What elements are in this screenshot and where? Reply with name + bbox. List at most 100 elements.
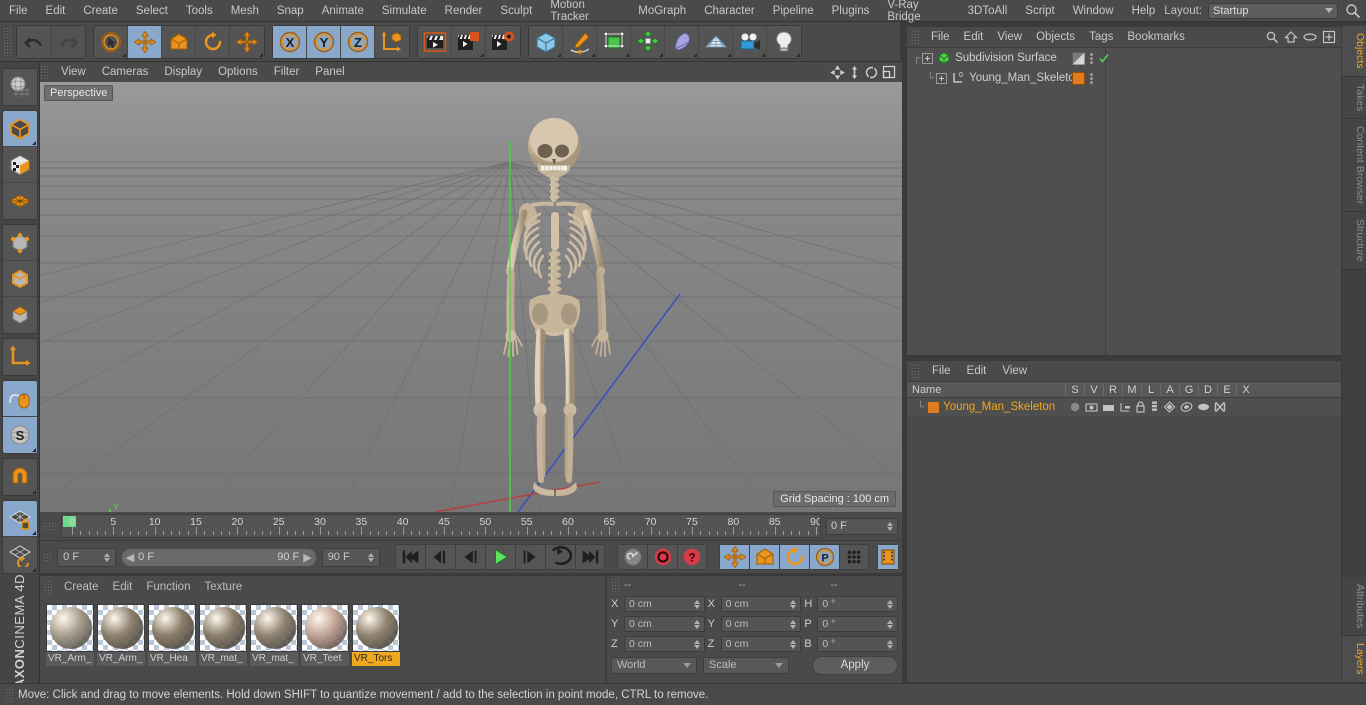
menu-sculpt[interactable]: Sculpt (491, 5, 541, 17)
record-scale-button[interactable] (749, 544, 780, 570)
maximize-icon[interactable] (882, 65, 896, 80)
menu-corner-icon[interactable] (557, 52, 561, 57)
object-manager-tree[interactable]: ┌ Subdivision Surface └ 0 Young_Man_Skeleton (907, 48, 1341, 355)
world-object-axis-button[interactable] (375, 25, 409, 58)
layers-header-m[interactable]: M (1122, 383, 1141, 396)
object-menu-tags[interactable]: Tags (1082, 27, 1120, 48)
viewport-menu-options[interactable]: Options (210, 62, 266, 82)
render-region-button[interactable] (452, 25, 486, 58)
object-menu-bookmarks[interactable]: Bookmarks (1120, 27, 1192, 48)
spinner-icon[interactable] (103, 552, 110, 562)
layers-header-e[interactable]: E (1217, 383, 1236, 396)
menu-plugins[interactable]: Plugins (823, 5, 879, 17)
menu-window[interactable]: Window (1064, 5, 1123, 17)
spinner-icon[interactable] (887, 619, 894, 629)
gradient-tag[interactable] (1072, 51, 1085, 65)
rotation-p-field[interactable]: 0 ° (817, 616, 899, 632)
current-frame-field[interactable]: 0 F (826, 517, 898, 535)
record-active-objects-button[interactable] (647, 544, 678, 570)
timeline-grip[interactable] (42, 521, 56, 531)
size-x-field[interactable]: 0 cm (720, 596, 802, 612)
viewport-menu-grip[interactable] (40, 65, 49, 79)
orange-swatch-tag[interactable] (1072, 71, 1085, 85)
apply-button[interactable]: Apply (812, 655, 898, 675)
spinner-icon[interactable] (887, 599, 894, 609)
tab-top-takes[interactable]: Takes (1342, 76, 1366, 120)
add-array-button[interactable] (631, 25, 665, 58)
menu-edit[interactable]: Edit (37, 5, 75, 17)
move-button[interactable] (128, 25, 162, 58)
object-menu-edit[interactable]: Edit (957, 27, 991, 48)
add-cube-primitive-button[interactable] (529, 25, 563, 58)
menu-v-ray-bridge[interactable]: V-Ray Bridge (878, 0, 958, 23)
search-icon[interactable] (1265, 30, 1279, 44)
layers-menu-edit[interactable]: Edit (959, 361, 995, 382)
material-thumbnail[interactable] (46, 604, 94, 652)
viewport-menu-filter[interactable]: Filter (266, 62, 308, 82)
menu-corner-icon[interactable] (591, 52, 595, 57)
object-menu-view[interactable]: View (990, 27, 1029, 48)
object-menu-file[interactable]: File (924, 27, 957, 48)
go-to-start-button[interactable] (395, 544, 426, 570)
status-bar-grip[interactable] (5, 687, 14, 702)
menu-corner-icon[interactable] (761, 52, 765, 57)
record-position-button[interactable] (719, 544, 750, 570)
rotation-h-field[interactable]: 0 ° (817, 596, 899, 612)
preview-range-slider[interactable]: ◀ 0 F 90 F ▶ (120, 547, 317, 567)
y-axis-lock-button[interactable]: Y (307, 25, 341, 58)
redo-button[interactable] (51, 25, 85, 58)
eye-icon[interactable] (1303, 32, 1317, 42)
generator-icon[interactable] (1163, 401, 1176, 413)
viewport-menu-view[interactable]: View (53, 62, 94, 82)
z-axis-lock-button[interactable]: Z (341, 25, 375, 58)
object-tree-row[interactable]: ┌ Subdivision Surface (907, 48, 1341, 68)
show-timeline-button[interactable] (877, 544, 899, 570)
material-thumbnail[interactable] (199, 604, 247, 652)
spinner-icon[interactable] (887, 521, 893, 531)
enable-axis-button[interactable] (2, 339, 37, 375)
tab-top-content-browser[interactable]: Content Browser (1342, 119, 1366, 213)
add-light-button[interactable] (767, 25, 801, 58)
move-duplicate-button[interactable] (230, 25, 264, 58)
spinner-icon[interactable] (693, 599, 700, 609)
material-item[interactable]: VR_Hea (148, 604, 196, 666)
layers-header-d[interactable]: D (1198, 383, 1217, 396)
material-menu-texture[interactable]: Texture (197, 576, 249, 598)
menu-corner-icon[interactable] (659, 52, 663, 57)
check-tag[interactable] (1098, 52, 1110, 64)
lock-workplane-button[interactable] (2, 501, 37, 537)
rotate-icon[interactable] (864, 65, 879, 80)
points-mode-button[interactable] (2, 225, 37, 261)
menu-tools[interactable]: Tools (177, 5, 222, 17)
record-pla-button[interactable]: P (809, 544, 840, 570)
manager-icon[interactable] (1119, 402, 1131, 413)
step-forward-button[interactable] (515, 544, 546, 570)
end-frame-field[interactable]: 90 F (321, 547, 381, 567)
layers-header-l[interactable]: L (1141, 383, 1160, 396)
add-environment-button[interactable] (699, 25, 733, 58)
spinner-icon[interactable] (368, 552, 375, 562)
record-rotation-button[interactable] (779, 544, 810, 570)
layers-header-x[interactable]: X (1236, 383, 1255, 396)
object-manager-grip[interactable] (911, 30, 920, 44)
viewport-menu-cameras[interactable]: Cameras (94, 62, 157, 82)
menu-script[interactable]: Script (1016, 5, 1063, 17)
material-thumbnail[interactable] (352, 604, 400, 652)
menu-corner-icon[interactable] (31, 568, 36, 572)
dots-tag[interactable] (1089, 72, 1094, 85)
make-editable-button[interactable] (2, 69, 37, 105)
range-right-arrow-icon[interactable]: ▶ (303, 551, 311, 564)
autokeying-button[interactable] (617, 544, 648, 570)
layers-menu-file[interactable]: File (924, 361, 959, 382)
menu-create[interactable]: Create (74, 5, 127, 17)
home-icon[interactable] (1284, 30, 1298, 44)
toolbar-grip[interactable] (3, 26, 12, 57)
spinner-icon[interactable] (790, 599, 797, 609)
3d-viewport[interactable]: Perspective Grid Spacing : 100 cm Y (40, 82, 902, 512)
material-item[interactable]: VR_mat_ (199, 604, 247, 666)
add-deformer-button[interactable] (665, 25, 699, 58)
add-camera-button[interactable] (733, 25, 767, 58)
material-thumbnail[interactable] (301, 604, 349, 652)
model-mode-button[interactable] (2, 111, 37, 147)
tab-top-objects[interactable]: Objects (1342, 26, 1366, 77)
